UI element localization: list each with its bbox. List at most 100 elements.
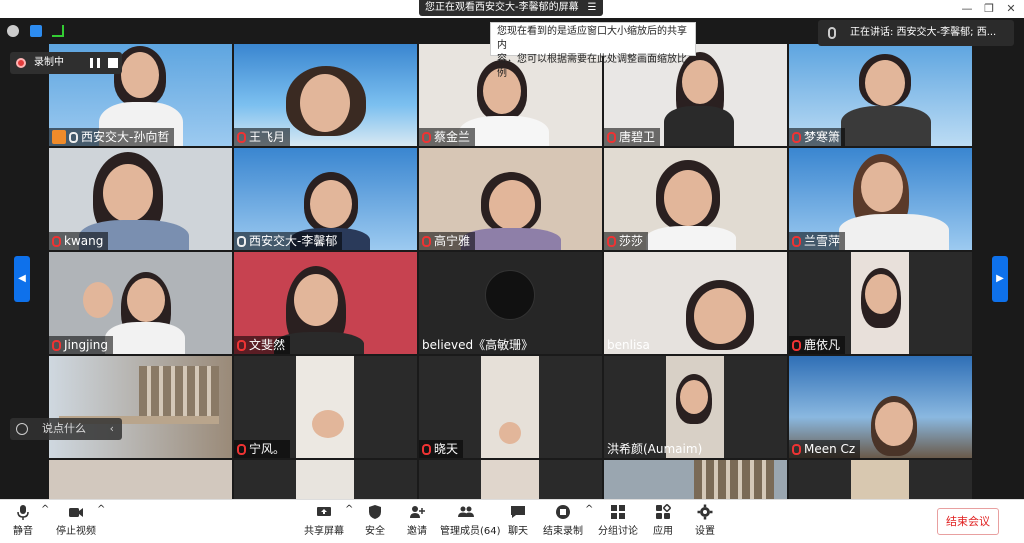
participants-icon [458,506,474,517]
video-tile[interactable]: 鹿依凡 [789,252,972,354]
participant-name: kwang [49,232,109,250]
mic-off-icon [422,236,431,247]
scale-tooltip: 您现在看到的是适应窗口大小缩放后的共享内 容，您可以根据需要在此处调整画面缩放比… [490,22,696,79]
menu-icon[interactable]: ☰ [585,0,599,15]
stop-record-icon [556,505,570,519]
mic-off-icon [792,236,801,247]
video-tile[interactable]: 晓天 [419,356,602,458]
host-icon [52,130,66,144]
shield-icon[interactable] [30,25,42,37]
video-tile[interactable]: 宁风。 [234,356,417,458]
video-tile[interactable]: benlisa [604,252,787,354]
participant-name: 莎莎 [604,232,649,250]
video-tile[interactable] [604,460,787,499]
close-button[interactable]: ✕ [1004,2,1018,15]
breakout-rooms-icon [611,505,625,519]
video-gallery: 西安交大-孙向哲 王飞月 蔡金兰 唐碧卫 梦寒箫 kwang 西安交大-李馨郁 … [49,44,973,499]
camera-icon [69,508,83,517]
mic-off-icon [52,340,61,351]
mute-button[interactable]: 静音 [8,504,38,537]
avatar [485,270,535,320]
video-tile[interactable] [49,356,232,458]
invite-button[interactable]: 邀请 [404,504,430,537]
mic-off-icon [792,444,801,455]
video-tile[interactable]: Meen Cz [789,356,972,458]
video-tile[interactable]: 梦寒箫 [789,44,972,146]
mic-off-icon [422,444,431,455]
share-screen-button[interactable]: 共享屏幕 [304,504,344,537]
speaking-indicator: 正在讲话: 西安交大-李馨郁; 西... [818,20,1014,46]
settings-button[interactable]: 设置 [692,504,718,537]
stop-icon[interactable] [108,58,118,68]
breakout-button[interactable]: 分组讨论 [598,504,638,537]
participant-name: Meen Cz [789,440,861,458]
microphone-icon [17,505,29,520]
collapse-icon[interactable]: ‹ [110,418,114,440]
end-meeting-button[interactable]: 结束会议 [937,508,999,535]
video-tile[interactable] [234,460,417,499]
video-tile[interactable]: 高宁雅 [419,148,602,250]
minimize-button[interactable]: — [960,2,974,15]
participant-name: 西安交大-李馨郁 [234,232,343,250]
add-user-icon [410,506,425,518]
participant-name: Jingjing [49,336,113,354]
end-recording-button[interactable]: 结束录制 [543,504,583,537]
mic-off-icon [792,340,801,351]
video-tile[interactable] [49,460,232,499]
video-tile[interactable]: believed《高敏珊》 [419,252,602,354]
participant-name: 唐碧卫 [604,128,661,146]
tooltip-line-1: 您现在看到的是适应窗口大小缩放后的共享内 [497,26,687,51]
participant-name: 洪希颜(Aumaim) [607,442,703,456]
title-bar: 您正在观看西安交大-李馨郁的屏幕 ☰ — ❐ ✕ [0,0,1024,18]
participant-name: 晓天 [419,440,464,458]
mic-off-icon [237,132,246,143]
video-tile[interactable]: 文斐然 [234,252,417,354]
video-tile[interactable]: 西安交大-李馨郁 [234,148,417,250]
mic-icon [237,236,246,247]
participant-name: believed《高敏珊》 [422,338,534,352]
video-options-caret[interactable]: ^ [97,504,105,515]
mic-off-icon [237,340,246,351]
chat-button[interactable]: 聊天 [505,504,531,537]
stop-video-button[interactable]: 停止视频 [56,504,96,537]
pause-icon[interactable] [90,58,100,68]
video-tile[interactable]: 兰雪萍 [789,148,972,250]
video-tile[interactable]: 洪希颜(Aumaim) [604,356,787,458]
mic-off-icon [422,132,431,143]
participant-name: 宁风。 [234,440,291,458]
participant-name: 文斐然 [234,336,291,354]
participants-button[interactable]: 管理成员(64) [440,504,501,537]
restore-button[interactable]: ❐ [982,2,996,15]
apps-button[interactable]: 应用 [650,504,676,537]
video-tile[interactable]: kwang [49,148,232,250]
participant-name: 蔡金兰 [419,128,476,146]
record-icon [16,58,26,68]
speaking-text: 正在讲话: 西安交大-李馨郁; 西... [850,27,997,38]
info-icon[interactable] [7,25,19,37]
share-banner[interactable]: 您正在观看西安交大-李馨郁的屏幕 ☰ [419,0,603,16]
record-options-caret[interactable]: ^ [585,504,593,515]
chat-icon [511,506,525,518]
shield-icon [369,505,381,519]
meeting-toolbar: 静音 ^ 停止视频 ^ 共享屏幕 ^ 安全 邀请 管理成员(64) 聊天 结束录… [0,499,1024,543]
video-tile[interactable]: Jingjing [49,252,232,354]
mic-off-icon [237,444,246,455]
participant-name: 鹿依凡 [789,336,846,354]
video-tile[interactable] [419,460,602,499]
signal-icon[interactable] [52,25,64,37]
share-options-caret[interactable]: ^ [345,504,353,515]
mic-icon [828,27,836,39]
emoji-icon[interactable] [16,423,28,435]
mic-off-icon [792,132,801,143]
mute-options-caret[interactable]: ^ [41,504,49,515]
prev-page-button[interactable]: ◀ [14,256,30,302]
chat-input[interactable]: 说点什么 ‹ [10,418,122,440]
next-page-button[interactable]: ▶ [992,256,1008,302]
video-tile[interactable]: 莎莎 [604,148,787,250]
security-button[interactable]: 安全 [362,504,388,537]
video-tile[interactable] [789,460,972,499]
video-tile[interactable]: 王飞月 [234,44,417,146]
mic-off-icon [52,236,61,247]
tooltip-line-2: 容，您可以根据需要在此处调整画面缩放比例 [497,54,687,79]
mic-icon [69,132,78,143]
